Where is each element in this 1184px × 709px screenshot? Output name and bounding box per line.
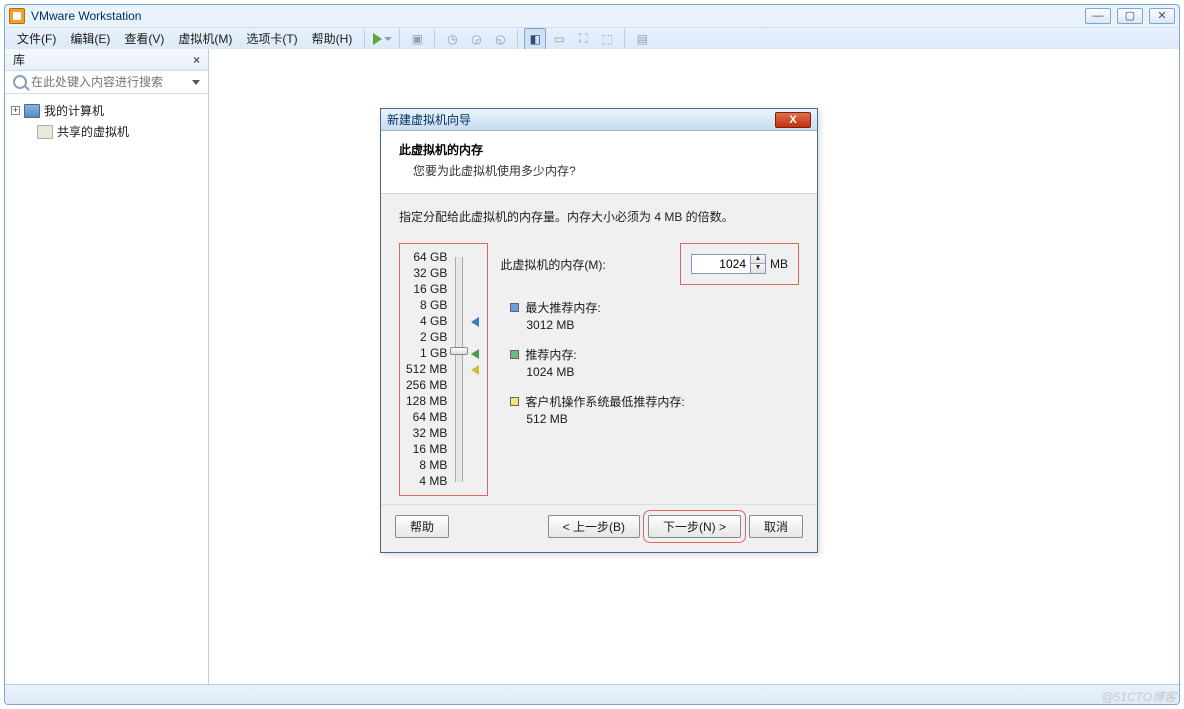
maximize-button[interactable]: ▢ [1117,8,1143,24]
scale-tick: 8 GB [406,298,447,313]
dialog-header: 此虚拟机的内存 您要为此虚拟机使用多少内存? [381,131,817,194]
back-button[interactable]: < 上一步(B) [548,515,640,538]
toolbar-snapshot3-icon[interactable]: ◵ [489,28,511,50]
help-button[interactable]: 帮助 [395,515,449,538]
menu-tabs[interactable]: 选项卡(T) [240,28,303,49]
statusbar [5,684,1179,704]
scale-tick: 256 MB [406,378,447,393]
scale-tick: 128 MB [406,394,447,409]
search-dropdown-icon[interactable] [192,80,200,85]
toolbar-view4-icon[interactable]: ⬚ [596,28,618,50]
rec-value: 1024 MB [510,365,799,379]
scale-tick: 4 MB [406,474,447,489]
memory-markers [471,250,479,489]
scale-tick: 64 GB [406,250,447,265]
dialog-footer: 帮助 < 上一步(B) 下一步(N) > 取消 [381,504,817,552]
menu-view[interactable]: 查看(V) [118,28,170,49]
toolbar-screenshot-icon[interactable]: ▣ [406,28,428,50]
menu-edit[interactable]: 编辑(E) [64,28,116,49]
memory-unit: MB [770,257,788,271]
toolbar-play-button[interactable] [371,28,393,50]
search-icon [13,75,27,89]
marker-rec-icon [471,349,479,359]
sidebar-title: 库 [13,51,25,68]
shared-icon [37,125,53,139]
scale-tick: 1 GB [406,346,447,361]
scale-tick: 16 GB [406,282,447,297]
spinner-up-button[interactable]: ▲ [751,255,765,264]
cancel-button[interactable]: 取消 [749,515,803,538]
rec-label: 推荐内存: [525,346,576,363]
max-rec-color-icon [510,303,519,312]
menu-file[interactable]: 文件(F) [11,28,62,49]
dialog-subheading: 您要为此虚拟机使用多少内存? [399,162,799,179]
minimize-button[interactable]: — [1085,8,1111,24]
toolbar-snapshot2-icon[interactable]: ◶ [465,28,487,50]
toolbar-view3-icon[interactable]: ⛶ [572,28,594,50]
close-button[interactable]: ✕ [1149,8,1175,24]
search-wrap [5,71,208,94]
dialog-close-button[interactable]: X [775,112,811,128]
menu-help[interactable]: 帮助(H) [306,28,359,49]
next-button[interactable]: 下一步(N) > [648,515,741,538]
scale-tick: 4 GB [406,314,447,329]
toolbar-snapshot1-icon[interactable]: ◷ [441,28,463,50]
sidebar-close-icon[interactable]: × [193,53,200,67]
app-logo-icon [9,8,25,24]
memory-input[interactable] [691,254,751,274]
tree-label: 我的计算机 [44,102,104,119]
min-rec-label: 客户机操作系统最低推荐内存: [525,393,684,410]
expand-icon[interactable]: + [11,106,20,115]
sidebar-header: 库 × [5,49,208,71]
memory-field-label: 此虚拟机的内存(M): [500,256,605,273]
toolbar-view5-icon[interactable]: ▤ [631,28,653,50]
rec-color-icon [510,350,519,359]
min-rec-color-icon [510,397,519,406]
scale-tick: 8 MB [406,458,447,473]
toolbar-view2-icon[interactable]: ▭ [548,28,570,50]
new-vm-wizard-dialog: 新建虚拟机向导 X 此虚拟机的内存 您要为此虚拟机使用多少内存? 指定分配给此虚… [380,108,818,553]
marker-max-icon [471,317,479,327]
dialog-heading: 此虚拟机的内存 [399,141,799,158]
scale-tick: 32 MB [406,426,447,441]
memory-input-highlight: ▲ ▼ MB [680,243,799,285]
menubar: 文件(F) 编辑(E) 查看(V) 虚拟机(M) 选项卡(T) 帮助(H) ▣ … [5,27,1179,49]
scale-tick: 16 MB [406,442,447,457]
scale-tick: 2 GB [406,330,447,345]
toolbar-view1-icon[interactable]: ◧ [524,28,546,50]
computer-icon [24,104,40,118]
tree-item-my-computer[interactable]: + 我的计算机 [9,100,204,121]
spinner-down-button[interactable]: ▼ [751,264,765,273]
sidebar: 库 × + 我的计算机 共享的虚拟机 [5,49,209,684]
tree-item-shared-vm[interactable]: 共享的虚拟机 [9,121,204,142]
min-rec-value: 512 MB [510,412,799,426]
max-rec-value: 3012 MB [510,318,799,332]
dialog-title: 新建虚拟机向导 [387,111,471,128]
memory-slider-thumb[interactable] [450,347,468,355]
titlebar: VMware Workstation — ▢ ✕ [5,5,1179,27]
memory-slider-panel: 64 GB 32 GB 16 GB 8 GB 4 GB 2 GB 1 GB 51… [399,243,488,496]
memory-slider-track[interactable] [455,257,463,482]
tree-label: 共享的虚拟机 [57,123,129,140]
max-rec-label: 最大推荐内存: [525,299,600,316]
memory-spinner: ▲ ▼ [691,254,766,274]
dialog-titlebar: 新建虚拟机向导 X [381,109,817,131]
menu-vm[interactable]: 虚拟机(M) [172,28,238,49]
scale-tick: 32 GB [406,266,447,281]
app-title: VMware Workstation [31,9,141,23]
library-tree: + 我的计算机 共享的虚拟机 [5,94,208,684]
scale-tick: 512 MB [406,362,447,377]
search-input[interactable] [31,75,188,89]
scale-tick: 64 MB [406,410,447,425]
marker-min-icon [471,365,479,375]
dialog-description: 指定分配给此虚拟机的内存量。内存大小必须为 4 MB 的倍数。 [399,208,799,225]
memory-scale-labels: 64 GB 32 GB 16 GB 8 GB 4 GB 2 GB 1 GB 51… [406,250,447,489]
watermark: @51CTO博客 [1101,688,1176,705]
